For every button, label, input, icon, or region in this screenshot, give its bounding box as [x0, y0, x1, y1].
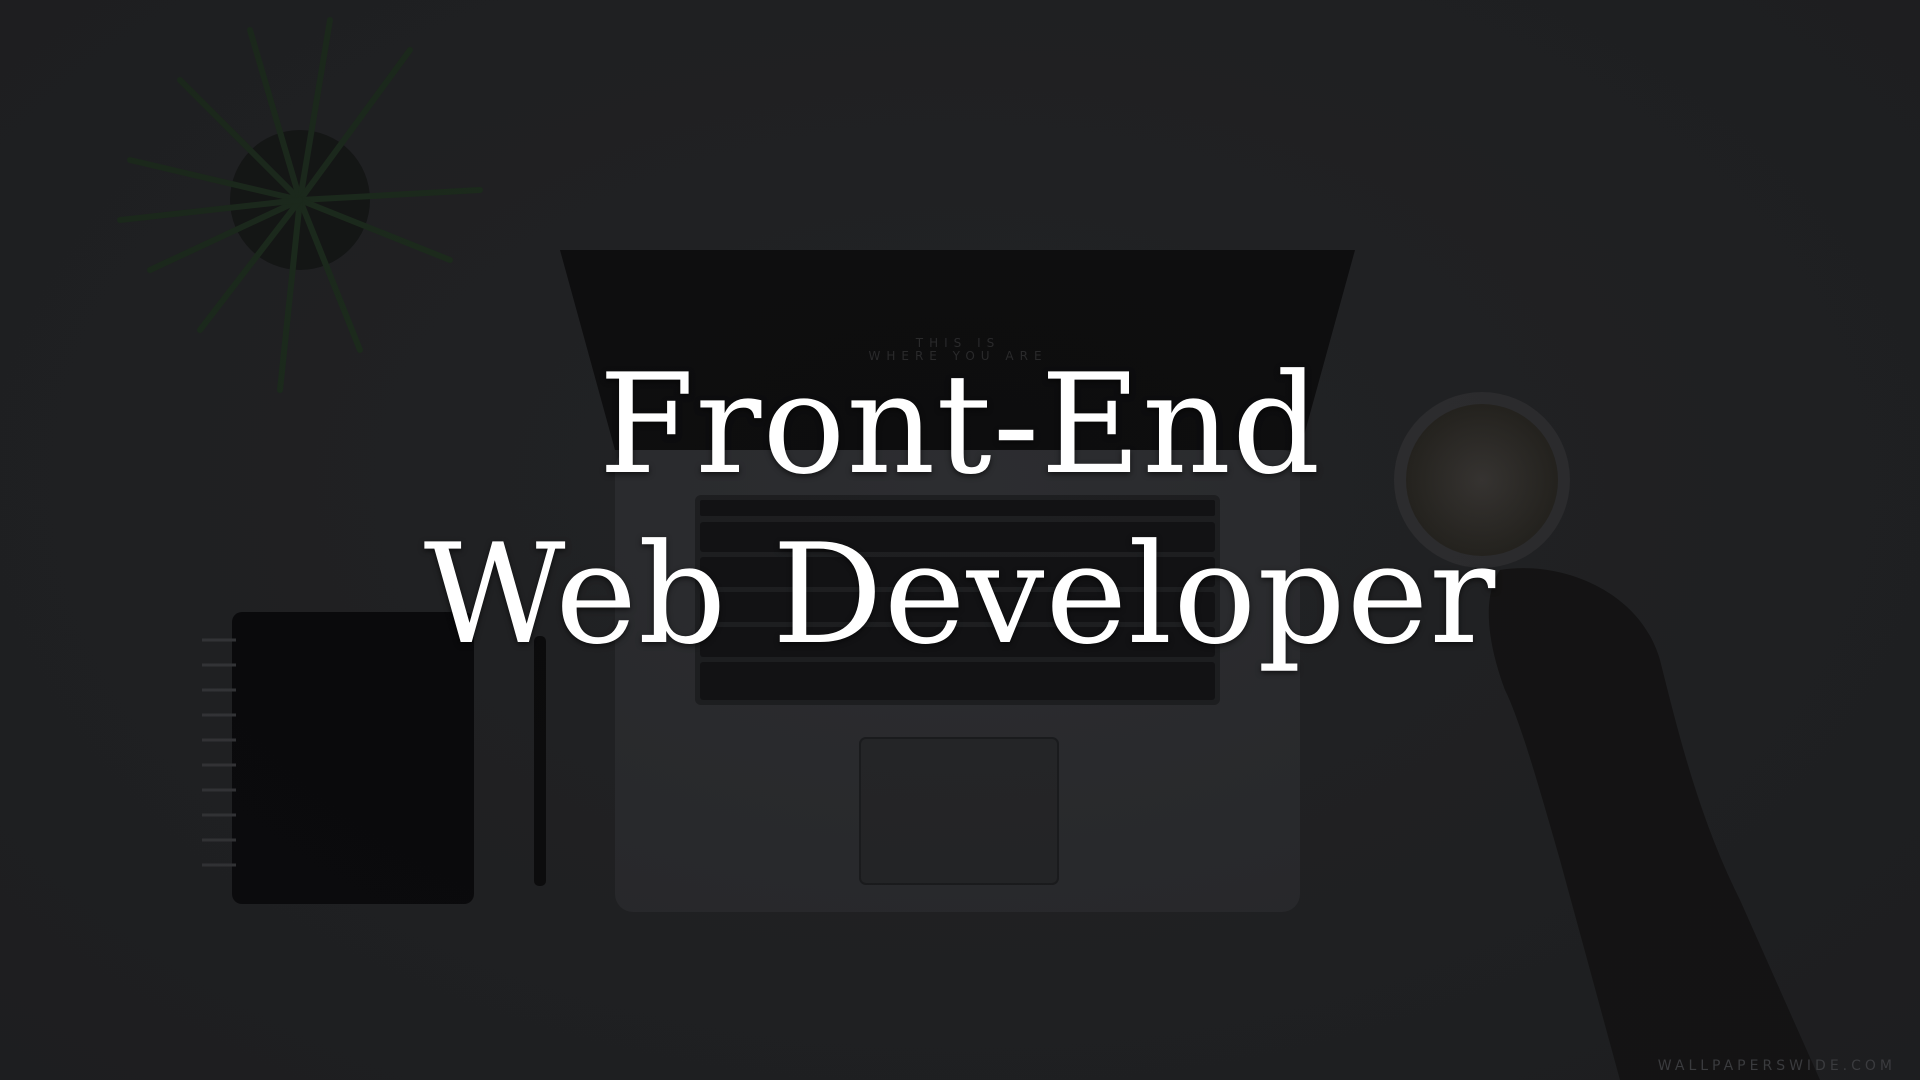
headline-line-1: Front-End — [598, 344, 1322, 505]
headline-line-2: Web Developer — [423, 514, 1497, 675]
plant-icon — [117, 17, 483, 393]
watermark: WALLPAPERSWIDE.COM — [1657, 1058, 1896, 1074]
hero-headline: Front-End Web Developer — [0, 340, 1920, 680]
